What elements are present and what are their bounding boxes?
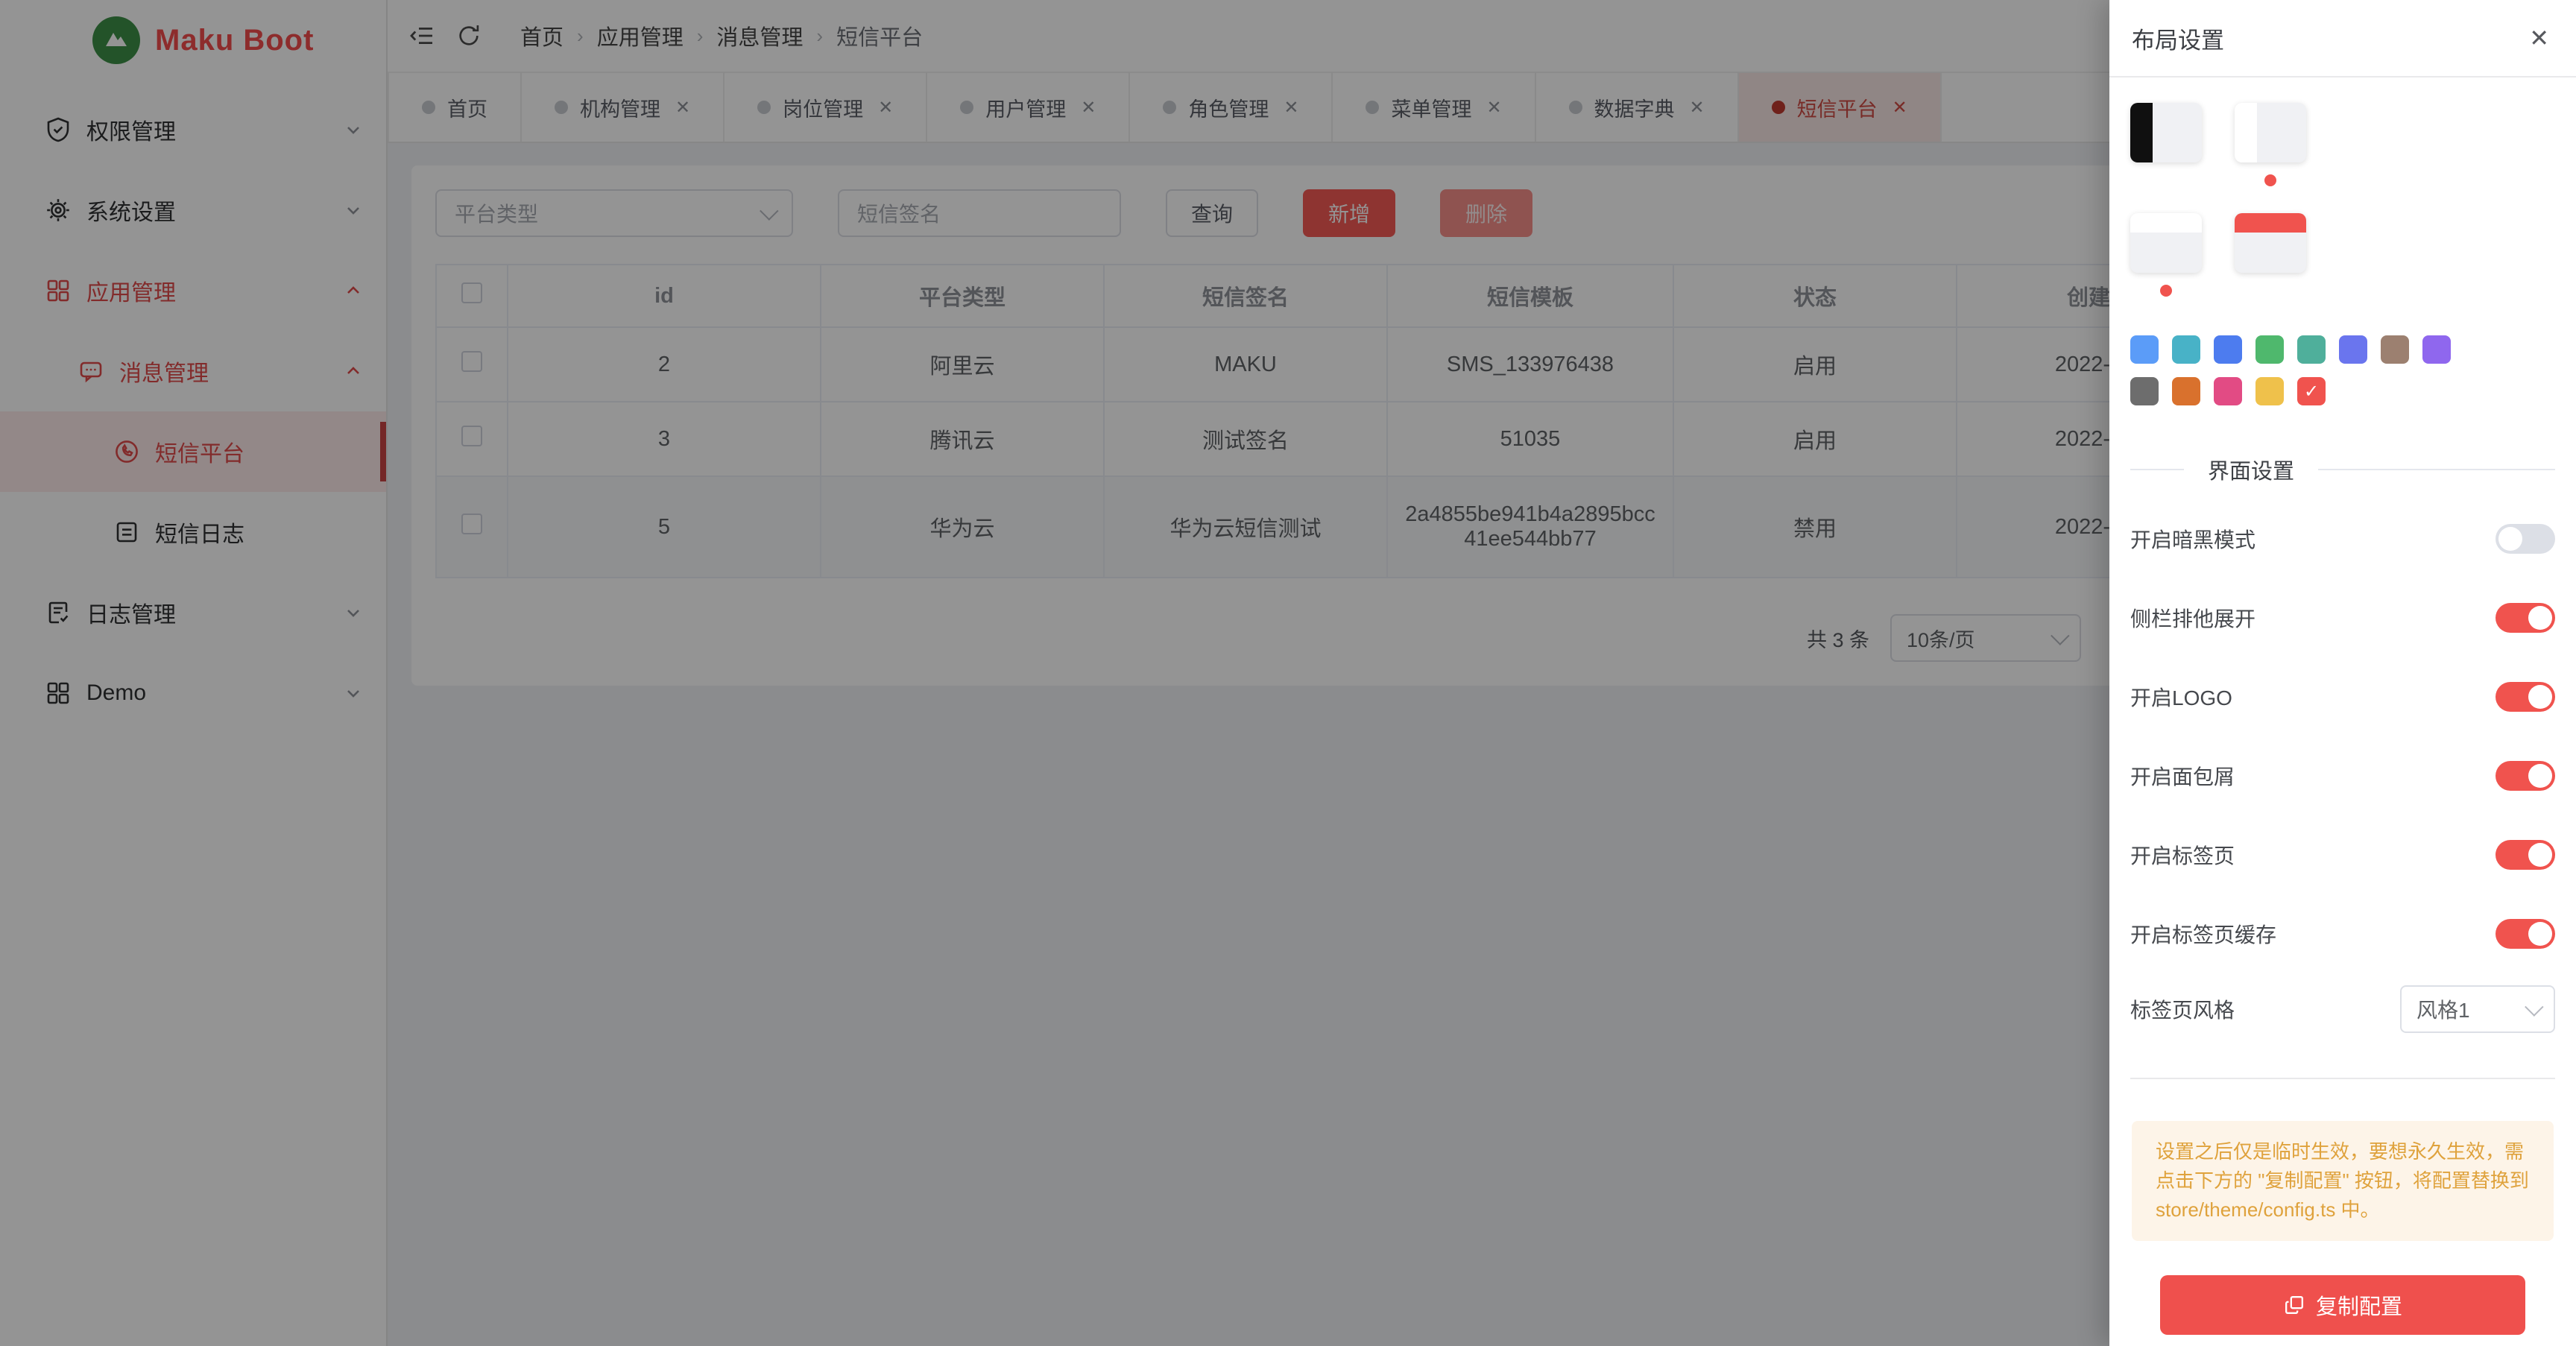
divider (2130, 1078, 2555, 1079)
theme-color-swatch[interactable] (2172, 335, 2200, 364)
theme-color-swatch[interactable] (2130, 377, 2159, 405)
setting-label: 开启面包屑 (2130, 761, 2235, 791)
setting-label: 开启标签页 (2130, 840, 2235, 870)
setting-label: 侧栏排他展开 (2130, 603, 2255, 633)
breadcrumb-toggle[interactable] (2496, 761, 2555, 791)
theme-color-swatch[interactable] (2130, 335, 2159, 364)
setting-sidebar-accordion: 侧栏排他展开 (2130, 578, 2555, 657)
layout-option-light-header[interactable] (2130, 213, 2202, 303)
setting-tabs: 开启标签页 (2130, 815, 2555, 894)
section-title: 界面设置 (2184, 454, 2318, 485)
interface-settings: 开启暗黑模式 侧栏排他展开 开启LOGO 开启面包屑 开启标签页 开启标签页缓存 (2130, 499, 2555, 1045)
theme-color-swatch[interactable] (2214, 377, 2242, 405)
theme-color-palette: ✓ (2130, 335, 2476, 405)
layout-thumbnail-light-sidebar[interactable] (2235, 103, 2306, 162)
setting-label: 开启标签页缓存 (2130, 919, 2276, 949)
close-icon[interactable]: ✕ (2529, 24, 2549, 52)
theme-color-swatch[interactable] (2255, 335, 2284, 364)
tabs-cache-toggle[interactable] (2496, 919, 2555, 949)
theme-color-swatch[interactable] (2297, 335, 2326, 364)
setting-tab-style: 标签页风格 风格1 (2130, 973, 2555, 1045)
selected-indicator-dot (2160, 285, 2172, 297)
setting-label: 标签页风格 (2130, 994, 2235, 1024)
copy-icon (2283, 1294, 2305, 1316)
theme-color-swatch[interactable] (2214, 335, 2242, 364)
drawer-title: 布局设置 (2132, 22, 2224, 55)
theme-color-swatch[interactable] (2339, 335, 2367, 364)
dark-mode-toggle[interactable] (2496, 524, 2555, 554)
layout-thumbnail-light-header[interactable] (2130, 213, 2202, 273)
sidebar-accordion-toggle[interactable] (2496, 603, 2555, 633)
setting-label: 开启暗黑模式 (2130, 524, 2255, 554)
theme-color-swatch[interactable] (2172, 377, 2200, 405)
theme-color-swatch[interactable] (2381, 335, 2409, 364)
setting-breadcrumb: 开启面包屑 (2130, 736, 2555, 815)
chevron-down-icon (2525, 997, 2543, 1016)
layout-thumbnail-dark-sidebar[interactable] (2130, 103, 2202, 162)
copy-config-label: 复制配置 (2316, 1289, 2402, 1321)
drawer-body: ✓ 界面设置 开启暗黑模式 侧栏排他展开 开启LOGO 开启面包屑 (2109, 78, 2576, 1346)
selected-indicator-dot (2264, 174, 2276, 186)
layout-thumbnails (2130, 103, 2555, 303)
modal-overlay[interactable] (0, 0, 2109, 1346)
layout-settings-drawer: 布局设置 ✕ ✓ 界面设置 (2109, 0, 2576, 1346)
layout-option-dark-sidebar[interactable] (2130, 103, 2202, 192)
setting-logo: 开启LOGO (2130, 657, 2555, 736)
layout-thumbnail-colored-header[interactable] (2235, 213, 2306, 273)
drawer-header: 布局设置 ✕ (2109, 0, 2576, 78)
tab-style-value: 风格1 (2416, 994, 2470, 1024)
tabs-toggle[interactable] (2496, 840, 2555, 870)
setting-label: 开启LOGO (2130, 682, 2232, 712)
logo-toggle[interactable] (2496, 682, 2555, 712)
layout-option-light-sidebar[interactable] (2235, 103, 2306, 192)
setting-tabs-cache: 开启标签页缓存 (2130, 894, 2555, 973)
interface-settings-divider: 界面设置 (2130, 455, 2555, 484)
tab-style-select[interactable]: 风格1 (2400, 985, 2555, 1033)
layout-option-colored-header[interactable] (2235, 213, 2306, 303)
theme-color-swatch[interactable] (2422, 335, 2451, 364)
copy-config-button[interactable]: 复制配置 (2160, 1275, 2525, 1335)
theme-color-swatch-selected[interactable]: ✓ (2297, 377, 2326, 405)
theme-color-swatch[interactable] (2255, 377, 2284, 405)
settings-note: 设置之后仅是临时生效，要想永久生效，需点击下方的 "复制配置" 按钮，将配置替换… (2132, 1121, 2554, 1241)
setting-dark-mode: 开启暗黑模式 (2130, 499, 2555, 578)
